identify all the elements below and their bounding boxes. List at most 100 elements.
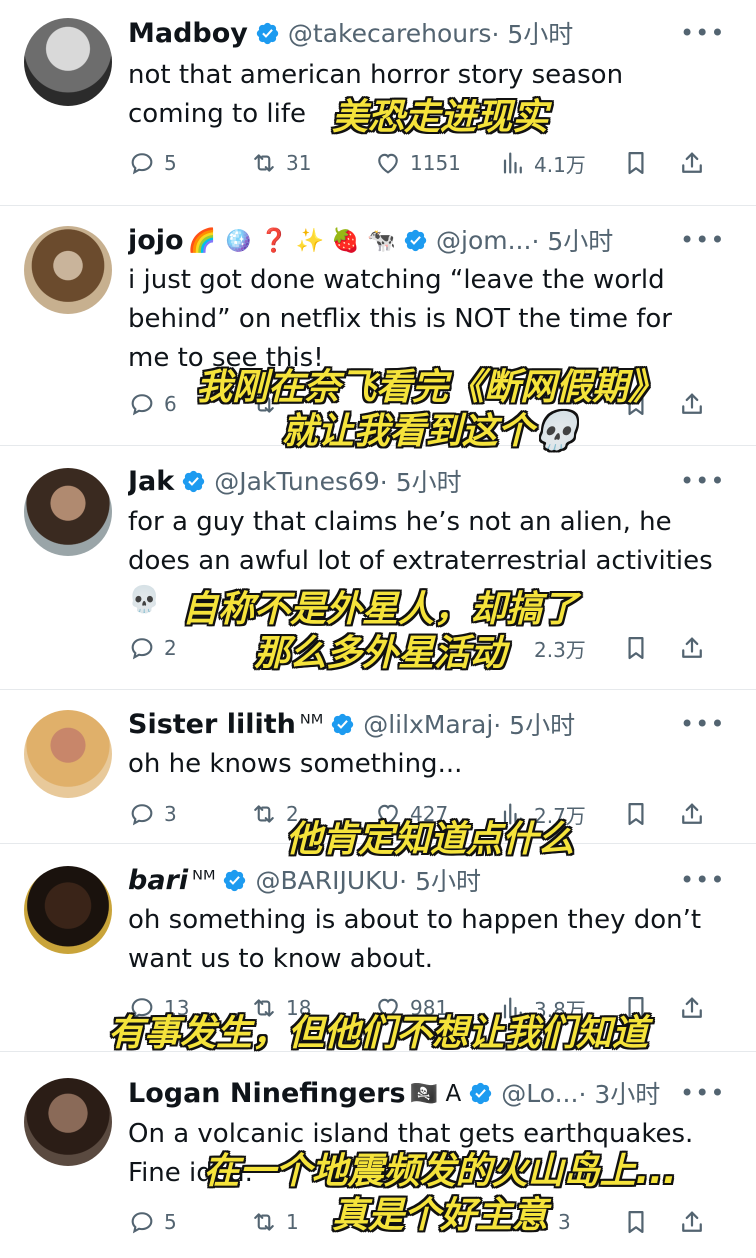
- tweet-text: i just got done watching “leave the worl…: [128, 265, 672, 373]
- display-name[interactable]: Madboy: [128, 18, 248, 49]
- share-button[interactable]: [678, 1204, 714, 1240]
- reply-button[interactable]: 13: [128, 990, 189, 1026]
- tweet[interactable]: Logan Ninefingers 🏴‍☠️ A @Lo... · 3小时 ••…: [0, 1052, 756, 1258]
- avatar[interactable]: [24, 226, 112, 314]
- display-name[interactable]: Jak: [128, 466, 174, 497]
- view-count: 3.8万: [534, 997, 586, 1022]
- like-count: 1151: [410, 151, 461, 175]
- views-button[interactable]: 2.3万: [498, 630, 586, 666]
- reply-count: 6: [164, 392, 177, 416]
- retweet-button[interactable]: 1: [250, 1204, 299, 1240]
- more-options-icon[interactable]: •••: [680, 709, 724, 739]
- name-emojis: 🏴‍☠️ A: [409, 1080, 462, 1107]
- tweet[interactable]: Sister lilith ᴺᴹ @lilxMaraj · 5小时 ••• oh…: [0, 690, 756, 860]
- views-button[interactable]: 3: [558, 1204, 571, 1240]
- verified-badge-icon: [255, 21, 280, 46]
- views-button[interactable]: 3.8万: [498, 990, 586, 1026]
- tweet[interactable]: Jak @JakTunes69 · 5小时 ••• for a guy that…: [0, 446, 756, 690]
- views-button[interactable]: 2.7万: [498, 796, 586, 832]
- timestamp[interactable]: · 5小时: [493, 707, 575, 741]
- like-button[interactable]: 1151: [374, 145, 461, 181]
- timestamp[interactable]: · 5小时: [399, 863, 481, 897]
- bookmark-button[interactable]: [622, 1204, 658, 1240]
- view-count: 2.7万: [534, 803, 586, 828]
- timestamp[interactable]: · 3小时: [578, 1076, 660, 1110]
- share-button[interactable]: [678, 796, 714, 832]
- bookmark-button[interactable]: [622, 630, 658, 666]
- display-name[interactable]: bari: [128, 865, 188, 896]
- share-button[interactable]: [678, 145, 714, 181]
- verified-badge-icon: [330, 712, 355, 737]
- retweet-icon: [250, 800, 278, 828]
- handle[interactable]: @takecarehours: [288, 19, 492, 48]
- handle[interactable]: @jom...: [436, 226, 531, 255]
- tweet-text: oh he knows something...: [128, 749, 463, 779]
- more-options-icon[interactable]: •••: [680, 466, 724, 496]
- avatar[interactable]: [24, 468, 112, 556]
- retweet-button[interactable]: 31: [250, 145, 311, 181]
- handle[interactable]: @JakTunes69: [214, 467, 380, 496]
- retweet-button[interactable]: 18: [250, 990, 311, 1026]
- bookmark-button[interactable]: [622, 796, 658, 832]
- view-count: 3: [558, 1210, 571, 1234]
- verified-badge-icon: [468, 1081, 493, 1106]
- bookmark-button[interactable]: [622, 990, 658, 1026]
- name-emojis: 🌈 🪩 ❓ ✨ 🍓 🐄: [187, 227, 396, 254]
- timestamp[interactable]: · 5小时: [531, 223, 613, 257]
- reply-icon: [128, 149, 156, 177]
- share-button[interactable]: [678, 386, 714, 422]
- avatar[interactable]: [24, 710, 112, 798]
- tweet[interactable]: Madboy @takecarehours · 5小时 ••• not that…: [0, 0, 756, 206]
- name-superscript: ᴺᴹ: [299, 711, 324, 737]
- reply-button[interactable]: 3: [128, 796, 177, 832]
- like-button[interactable]: 427: [374, 796, 448, 832]
- retweet-count: 1: [286, 1210, 299, 1234]
- handle[interactable]: @Lo...: [501, 1079, 578, 1108]
- more-options-icon[interactable]: •••: [680, 18, 724, 48]
- tweet[interactable]: jojo 🌈 🪩 ❓ ✨ 🍓 🐄 @jom... · 5小时 ••• i jus…: [0, 206, 756, 452]
- verified-badge-icon: [181, 469, 206, 494]
- retweet-button[interactable]: 2: [250, 796, 299, 832]
- avatar[interactable]: [24, 866, 112, 954]
- bookmark-icon: [622, 149, 650, 177]
- reply-button[interactable]: 2: [128, 630, 177, 666]
- reply-icon: [128, 390, 156, 418]
- like-button[interactable]: 981: [374, 990, 448, 1026]
- avatar[interactable]: [24, 18, 112, 106]
- verified-badge-icon: [403, 228, 428, 253]
- reply-icon: [128, 800, 156, 828]
- views-icon: [498, 149, 526, 177]
- reply-button[interactable]: 5: [128, 145, 177, 181]
- share-icon: [678, 994, 706, 1022]
- tweet-text: oh something is about to happen they don…: [128, 905, 702, 974]
- reply-button[interactable]: 5: [128, 1204, 177, 1240]
- heart-icon: [374, 800, 402, 828]
- bookmark-button[interactable]: [622, 145, 658, 181]
- display-name[interactable]: jojo: [128, 225, 184, 256]
- reply-count: 5: [164, 1210, 177, 1234]
- reply-count: 2: [164, 636, 177, 660]
- display-name[interactable]: Logan Ninefingers: [128, 1078, 406, 1109]
- reply-button[interactable]: 6: [128, 386, 177, 422]
- timestamp[interactable]: · 5小时: [491, 16, 573, 50]
- like-count: 981: [410, 996, 449, 1020]
- share-button[interactable]: [678, 990, 714, 1026]
- more-options-icon[interactable]: •••: [680, 1078, 724, 1108]
- tweet-text: not that american horror story season co…: [128, 60, 624, 129]
- share-icon: [678, 800, 706, 828]
- handle[interactable]: @lilxMaraj: [363, 710, 493, 739]
- bookmark-button[interactable]: [622, 386, 658, 422]
- bookmark-icon: [622, 994, 650, 1022]
- avatar[interactable]: [24, 1078, 112, 1166]
- tweet[interactable]: bari ᴺᴹ @BARIJUKU · 5小时 ••• oh something…: [0, 844, 756, 1054]
- reply-icon: [128, 634, 156, 662]
- handle[interactable]: @BARIJUKU: [255, 866, 399, 895]
- retweet-button[interactable]: [250, 386, 286, 422]
- timestamp[interactable]: · 5小时: [380, 464, 462, 498]
- views-button[interactable]: 4.1万: [498, 145, 586, 181]
- display-name[interactable]: Sister lilith: [128, 709, 296, 740]
- share-button[interactable]: [678, 630, 714, 666]
- share-icon: [678, 149, 706, 177]
- more-options-icon[interactable]: •••: [680, 225, 724, 255]
- more-options-icon[interactable]: •••: [680, 865, 724, 895]
